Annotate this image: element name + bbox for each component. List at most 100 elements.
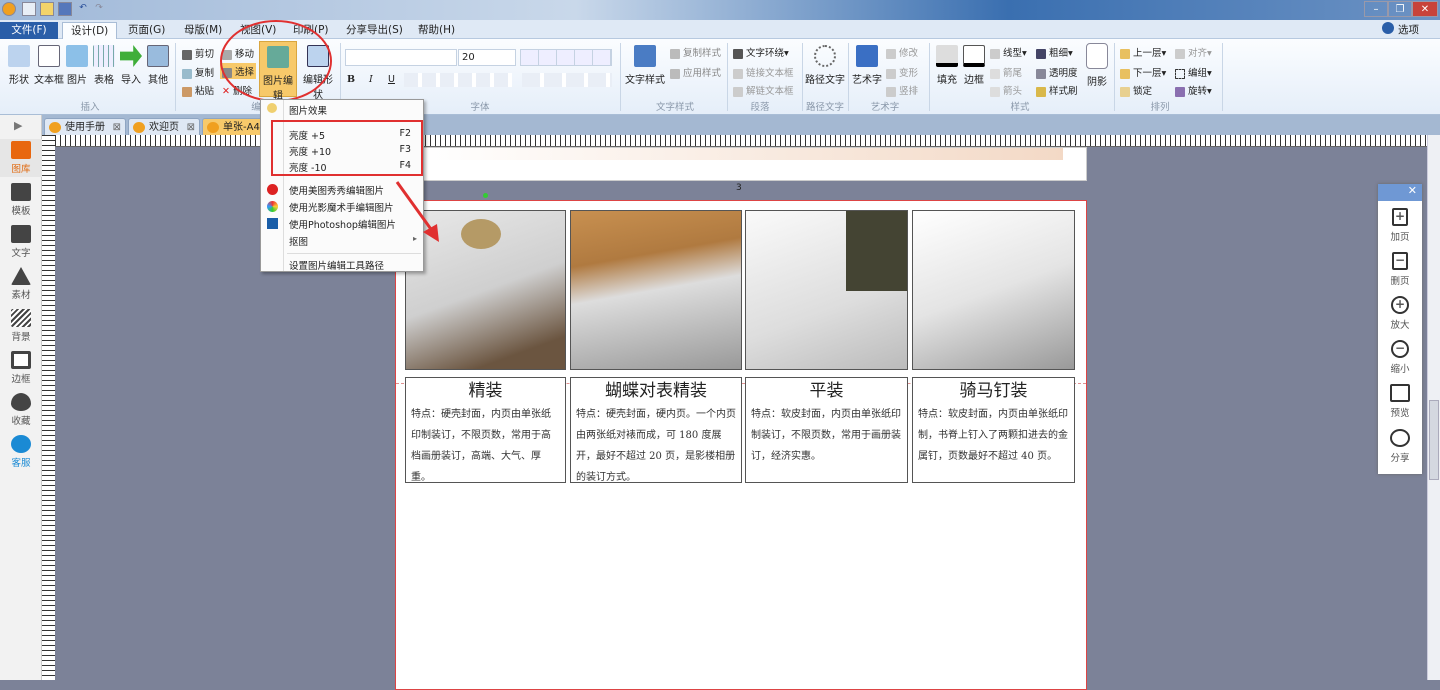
group-button[interactable]: 编组▾ bbox=[1175, 65, 1212, 79]
apply-style-button[interactable]: 应用样式 bbox=[670, 65, 721, 79]
vertical-text-button[interactable]: 竖排 bbox=[886, 83, 918, 97]
share-button[interactable]: 分享 bbox=[1378, 429, 1422, 464]
tab-help[interactable]: 帮助(H) bbox=[410, 22, 463, 39]
add-page-button[interactable]: + 加页 bbox=[1378, 208, 1422, 243]
format-brush-button[interactable]: 样式刷 bbox=[1036, 83, 1078, 97]
undo-icon[interactable]: ↶ bbox=[76, 2, 90, 16]
card-image-saddle-stitch[interactable] bbox=[912, 210, 1075, 370]
sidebar-item-favorites[interactable]: 收藏 bbox=[0, 393, 42, 427]
sidebar-item-gallery[interactable]: 图库 bbox=[0, 139, 42, 177]
menu-item-photoshop[interactable]: 使用Photoshop编辑图片 bbox=[289, 217, 396, 231]
bold-button[interactable]: B bbox=[347, 74, 355, 85]
menu-item-image-effects[interactable]: 图片效果 bbox=[289, 103, 327, 117]
card-butterfly[interactable]: 蝴蝶对表精装 特点：硬壳封面，硬内页。一个内页由两张纸对裱而成，可 180 度展开… bbox=[570, 377, 742, 483]
bring-forward-button[interactable]: 上一层▾ bbox=[1120, 45, 1166, 59]
table-button[interactable]: 表格 bbox=[92, 45, 116, 86]
help-icon[interactable] bbox=[1382, 22, 1394, 34]
font-size-select[interactable]: 20 bbox=[458, 49, 516, 66]
preview-button[interactable]: 预览 bbox=[1378, 384, 1422, 419]
shadow-button[interactable]: 阴影 bbox=[1084, 43, 1110, 88]
align-button[interactable]: 对齐▾ bbox=[1175, 45, 1212, 59]
menu-item-brightness-plus10[interactable]: 亮度 +10 bbox=[289, 144, 331, 158]
options-button[interactable]: 选项 bbox=[1398, 22, 1419, 39]
border-button[interactable]: 边框 bbox=[961, 45, 987, 86]
expand-icon[interactable]: ▶ bbox=[14, 119, 22, 132]
modify-button[interactable]: 修改 bbox=[886, 45, 918, 59]
menu-item-neo-imaging[interactable]: 使用光影魔术手编辑图片 bbox=[289, 200, 394, 214]
transform-button[interactable]: 变形 bbox=[886, 65, 918, 79]
minimize-button[interactable]: – bbox=[1364, 1, 1388, 17]
copy-style-button[interactable]: 复制样式 bbox=[670, 45, 721, 59]
close-tab-icon[interactable]: ⊠ bbox=[187, 119, 195, 136]
open-icon[interactable] bbox=[40, 2, 54, 16]
sidebar-item-border[interactable]: 边框 bbox=[0, 351, 42, 385]
lock-button[interactable]: 锁定 bbox=[1120, 83, 1152, 97]
rotate-button[interactable]: 旋转▾ bbox=[1175, 83, 1212, 97]
menu-item-meitu[interactable]: 使用美图秀秀编辑图片 bbox=[289, 183, 384, 197]
send-backward-button[interactable]: 下一层▾ bbox=[1120, 65, 1166, 79]
label: 文字 bbox=[11, 248, 31, 259]
close-panel-icon[interactable]: ✕ bbox=[1378, 184, 1422, 201]
link-textbox-button[interactable]: 链接文本框 bbox=[733, 65, 794, 79]
redo-icon[interactable]: ↷ bbox=[92, 2, 106, 16]
font-family-select[interactable] bbox=[345, 49, 457, 66]
divider bbox=[1114, 43, 1115, 111]
vertical-scrollbar[interactable] bbox=[1427, 135, 1440, 680]
tab-page[interactable]: 页面(G) bbox=[120, 22, 173, 39]
sidebar-item-template[interactable]: 模板 bbox=[0, 183, 42, 217]
tab-design[interactable]: 设计(D) bbox=[62, 22, 118, 39]
textbox-button[interactable]: 文本框 bbox=[34, 45, 64, 86]
copy-button[interactable]: 复制 bbox=[182, 65, 214, 79]
menu-item-brightness-plus5[interactable]: 亮度 +5 bbox=[289, 128, 325, 142]
other-button[interactable]: 其他 bbox=[146, 45, 170, 86]
transparency-button[interactable]: 透明度 bbox=[1036, 65, 1078, 79]
zoom-out-button[interactable]: − 缩小 bbox=[1378, 340, 1422, 375]
sidebar-item-text[interactable]: 文字 bbox=[0, 225, 42, 259]
restore-button[interactable]: ❐ bbox=[1388, 1, 1412, 17]
menu-item-brightness-minus10[interactable]: 亮度 -10 bbox=[289, 160, 327, 174]
text-style-button[interactable]: 文字样式 bbox=[624, 45, 666, 86]
zoom-in-button[interactable]: + 放大 bbox=[1378, 296, 1422, 331]
save-icon[interactable] bbox=[58, 2, 72, 16]
new-icon[interactable] bbox=[22, 2, 36, 16]
card-saddle-stitch[interactable]: 骑马钉装 特点：软皮封面，内页由单张纸印制，书脊上钉入了两颗扣进去的金属钉，页数最… bbox=[912, 377, 1075, 483]
close-button[interactable]: ✕ bbox=[1412, 1, 1438, 17]
shape-button[interactable]: 形状 bbox=[6, 45, 32, 86]
card-image-paperback[interactable] bbox=[745, 210, 908, 370]
thickness-button[interactable]: 粗细▾ bbox=[1036, 45, 1073, 59]
tab-share-export[interactable]: 分享导出(S) bbox=[338, 22, 411, 39]
card-image-butterfly[interactable] bbox=[570, 210, 742, 370]
text-wrap-button[interactable]: 文字环绕▾ bbox=[733, 45, 789, 59]
card-hardcover[interactable]: 精装 特点：硬壳封面，内页由单张纸印制装订，不限页数，常用于高档画册装订，高端、大… bbox=[405, 377, 566, 483]
underline-button[interactable]: U bbox=[388, 74, 395, 85]
alignment-buttons[interactable] bbox=[520, 49, 612, 66]
sidebar-item-background[interactable]: 背景 bbox=[0, 309, 42, 343]
cut-button[interactable]: 剪切 bbox=[182, 46, 214, 60]
spacing-buttons[interactable] bbox=[522, 73, 612, 87]
line-type-button[interactable]: 线型▾ bbox=[990, 45, 1027, 59]
italic-button[interactable]: I bbox=[369, 74, 373, 85]
delete-page-button[interactable]: − 删页 bbox=[1378, 252, 1422, 287]
card-paperback[interactable]: 平装 特点：软皮封面，内页由单张纸印制装订，不限页数，常用于画册装订，经济实惠。 bbox=[745, 377, 908, 483]
tab-file[interactable]: 文件(F) bbox=[0, 22, 58, 39]
menu-item-set-tool-path[interactable]: 设置图片编辑工具路径 bbox=[289, 258, 384, 272]
unlink-textbox-button[interactable]: 解链文本框 bbox=[733, 83, 794, 97]
import-button[interactable]: 导入 bbox=[119, 45, 143, 86]
doc-tab-welcome[interactable]: 欢迎页 ⊠ bbox=[128, 118, 200, 135]
paste-button[interactable]: 粘贴 bbox=[182, 83, 214, 97]
font-format-buttons[interactable] bbox=[404, 73, 512, 87]
close-tab-icon[interactable]: ⊠ bbox=[113, 119, 121, 136]
scroll-thumb[interactable] bbox=[1429, 400, 1439, 480]
picture-button[interactable]: 图片 bbox=[65, 45, 89, 86]
arrow-head-button[interactable]: 箭头 bbox=[990, 83, 1022, 97]
rotate-handle[interactable] bbox=[483, 193, 488, 198]
fill-button[interactable]: 填充 bbox=[934, 45, 960, 86]
arrow-tail-button[interactable]: 箭尾 bbox=[990, 65, 1022, 79]
menu-item-cutout[interactable]: 抠图 bbox=[289, 234, 308, 248]
path-text-button[interactable]: 路径文字 bbox=[805, 45, 845, 86]
art-text-button[interactable]: 艺术字 bbox=[851, 45, 883, 86]
sidebar-item-material[interactable]: 素材 bbox=[0, 267, 42, 301]
sidebar-item-support[interactable]: 客服 bbox=[0, 435, 42, 469]
tab-master[interactable]: 母版(M) bbox=[176, 22, 230, 39]
doc-tab-manual[interactable]: 使用手册 ⊠ bbox=[44, 118, 126, 135]
